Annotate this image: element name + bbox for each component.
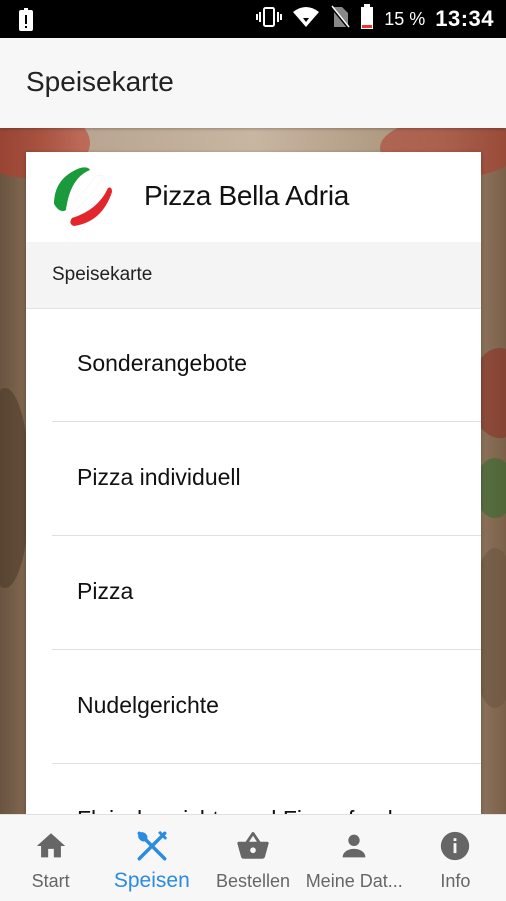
menu-category-item[interactable]: Pizza individuell [52,422,481,536]
menu-category-item[interactable]: Nudelgerichte [52,650,481,764]
status-bar: 15 % 13:34 [0,0,506,38]
clock: 13:34 [435,6,494,31]
nav-info[interactable]: Info [405,815,506,901]
wifi-icon [292,6,320,33]
menu-category-label: Pizza [77,578,134,604]
vibrate-icon [256,6,283,33]
battery-icon [360,3,374,35]
menu-card: Pizza Bella Adria Speisekarte Sonderange… [26,152,481,814]
basket-icon [236,829,270,863]
menu-category-item[interactable]: Sonderangebote [52,308,481,422]
nav-label: Meine Dat... [305,871,403,891]
home-icon [34,829,68,863]
restaurant-name: Pizza Bella Adria [144,180,350,211]
bottom-navigation: Start Speisen Bestellen Meine Dat... Inf… [0,814,506,901]
battery-percent: 15 % [384,8,426,29]
alert-icon [16,8,36,32]
nav-label: Speisen [113,869,190,892]
restaurant-header: Pizza Bella Adria [26,152,481,242]
menu-category-label: Fleischgerichte und Fingerfood [77,806,393,814]
menu-category-label: Sonderangebote [77,350,248,376]
menu-category-list: Sonderangebote Pizza individuell Pizza N… [26,308,481,814]
menu-category-label: Pizza individuell [77,464,241,490]
nav-label: Bestellen [215,871,291,891]
cutlery-icon [135,829,169,863]
menu-category-item[interactable]: Pizza [52,536,481,650]
nav-speisen[interactable]: Speisen [101,815,202,901]
nav-label: Info [440,871,471,891]
info-icon [438,829,472,863]
page-title: Speisekarte [26,66,174,97]
section-label: Speisekarte [52,264,153,285]
no-sim-icon [330,4,351,34]
section-header: Speisekarte [26,242,481,309]
menu-category-label: Nudelgerichte [77,692,219,718]
nav-label: Start [31,871,70,891]
menu-category-item[interactable]: Fleischgerichte und Fingerfood [52,764,481,814]
nav-meine-daten[interactable]: Meine Dat... [304,815,405,901]
nav-bestellen[interactable]: Bestellen [202,815,303,901]
restaurant-logo [50,164,116,230]
person-icon [337,829,371,863]
app-bar: Speisekarte [0,38,506,128]
nav-start[interactable]: Start [0,815,101,901]
